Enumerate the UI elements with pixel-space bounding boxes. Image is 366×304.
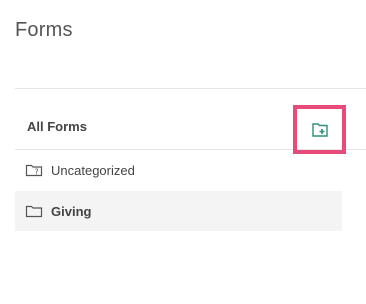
svg-text:?: ? bbox=[35, 168, 39, 177]
folder-list-item-uncategorized[interactable]: ? Uncategorized bbox=[15, 150, 342, 190]
page-title: Forms bbox=[15, 19, 73, 41]
folder-list-item-giving[interactable]: Giving bbox=[15, 191, 342, 231]
folder-question-icon: ? bbox=[25, 163, 43, 177]
all-forms-label: All Forms bbox=[27, 119, 87, 134]
add-folder-button[interactable] bbox=[311, 121, 329, 139]
folder-label: Giving bbox=[51, 203, 92, 219]
folder-icon bbox=[25, 204, 43, 218]
forms-folder-panel: All Forms ? Uncategorized Giving bbox=[15, 88, 366, 238]
folder-plus-icon bbox=[312, 123, 328, 137]
folder-label: Uncategorized bbox=[51, 162, 135, 178]
all-forms-row[interactable]: All Forms bbox=[15, 88, 366, 154]
